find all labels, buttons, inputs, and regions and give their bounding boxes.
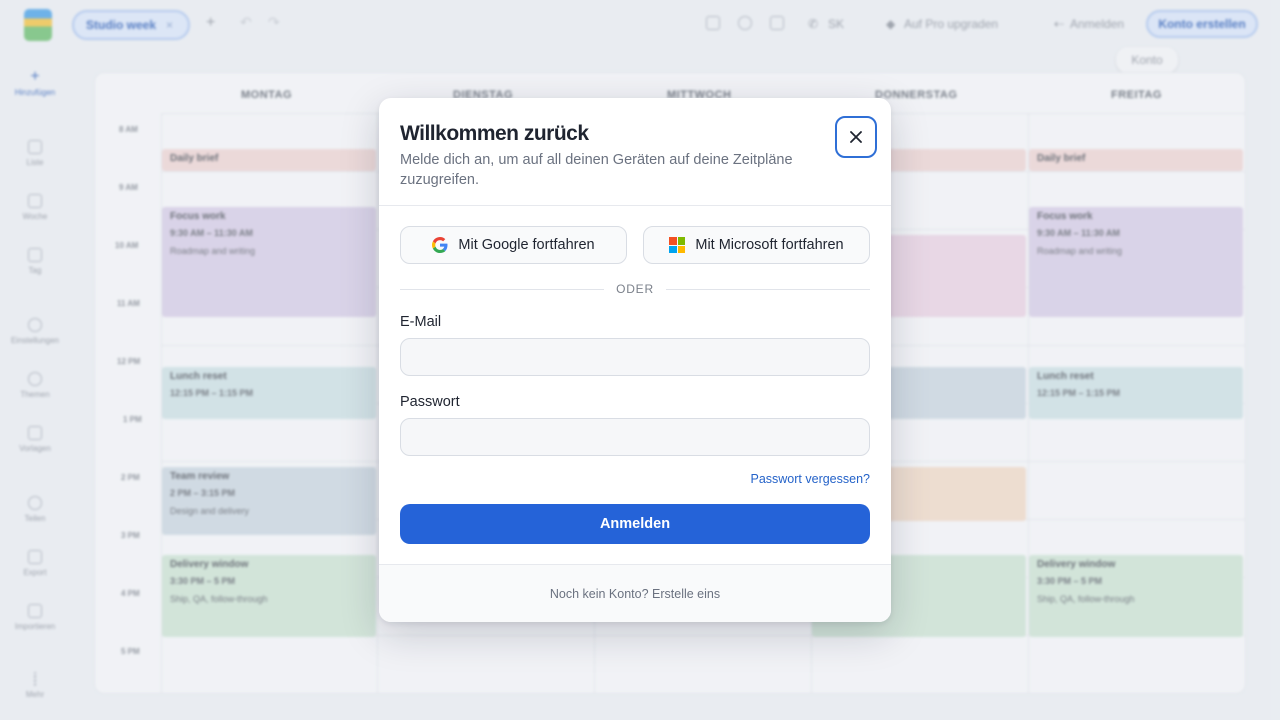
google-icon	[432, 237, 448, 253]
divider-line	[400, 288, 605, 290]
google-button-label: Mit Google fortfahren	[458, 237, 595, 253]
header-divider	[379, 205, 891, 206]
microsoft-signin-button[interactable]: Mit Microsoft fortfahren	[643, 226, 870, 264]
login-dialog: Willkommen zurück Melde dich an, um auf …	[379, 98, 891, 622]
divider-line	[665, 288, 870, 290]
login-submit-button[interactable]: Anmelden	[400, 504, 870, 544]
microsoft-icon	[669, 237, 686, 253]
dialog-subtitle: Melde dich an, um auf all deinen Geräten…	[400, 152, 793, 188]
email-label: E-Mail	[400, 314, 442, 330]
forgot-password-link[interactable]: Passwort vergessen?	[750, 472, 870, 486]
or-label: ODER	[616, 282, 654, 296]
google-signin-button[interactable]: Mit Google fortfahren	[400, 226, 627, 264]
close-icon	[850, 131, 862, 143]
dialog-title: Willkommen zurück	[400, 122, 589, 145]
signup-link[interactable]: Noch kein Konto? Erstelle eins	[550, 587, 720, 601]
or-divider: ODER	[400, 279, 870, 299]
microsoft-button-label: Mit Microsoft fortfahren	[695, 237, 844, 253]
dialog-footer: Noch kein Konto? Erstelle eins	[379, 564, 891, 622]
email-field[interactable]	[400, 338, 870, 376]
password-label: Passwort	[400, 394, 460, 410]
password-field[interactable]	[400, 418, 870, 456]
close-button[interactable]	[835, 116, 877, 158]
